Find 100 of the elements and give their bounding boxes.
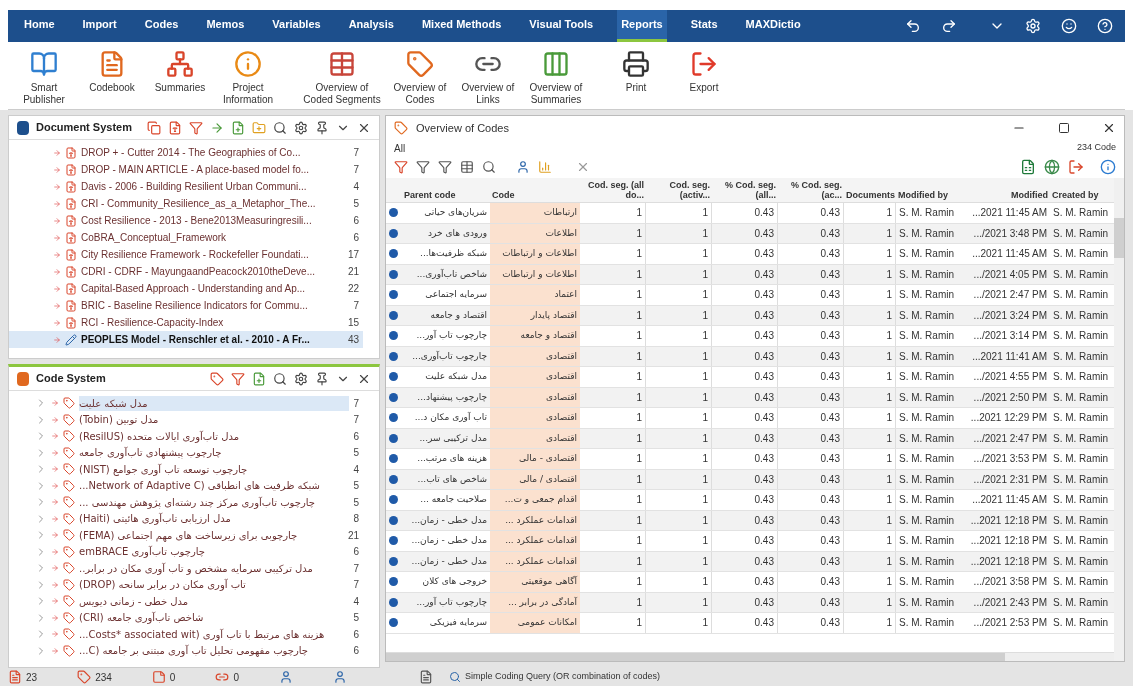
column-header[interactable]: Code xyxy=(490,188,580,202)
smiley-icon[interactable] xyxy=(1061,18,1077,34)
code-item[interactable]: هزینه های مرتبط با تاب آوری (Costs* associated wit... xyxy=(79,626,350,642)
document-item[interactable]: DROP + - Cutter 2014 - The Geographies of Co... 7 xyxy=(9,144,363,161)
code-icon xyxy=(63,397,75,410)
code-item[interactable]: تاب آوری مکان در برابر سانحه (DROP) xyxy=(79,577,350,593)
column-header[interactable]: % Cod. seg. (ac... xyxy=(778,178,844,202)
code-item[interactable]: مدل شبکه علیت xyxy=(79,395,350,411)
document-item[interactable]: CoBRA_Conceptual_Framework 6 xyxy=(9,229,363,246)
menu-tab[interactable]: Mixed Methods xyxy=(417,10,506,42)
ribbon-button[interactable]: Overview of Coded Segments xyxy=(300,50,384,106)
document-item[interactable]: DROP - MAIN ARTICLE - A place-based model fo... 7 xyxy=(9,161,363,178)
ribbon-button[interactable]: Smart Publisher xyxy=(12,50,76,106)
document-icon[interactable] xyxy=(418,670,433,684)
horizontal-scrollbar[interactable] xyxy=(386,652,1114,661)
document-item[interactable]: Capital-Based Approach - Understanding and Ap... 22 xyxy=(9,280,363,297)
ribbon-button[interactable]: Export xyxy=(672,50,736,94)
new-code-icon[interactable] xyxy=(252,371,266,386)
document-icon[interactable] xyxy=(168,120,182,135)
undo-icon[interactable] xyxy=(905,18,921,34)
ribbon-button[interactable]: Overview of Summaries xyxy=(524,50,588,106)
export-icon[interactable] xyxy=(1068,159,1084,175)
document-item[interactable]: City Resilience Framework - Rockefeller Foundati... 17 xyxy=(9,246,363,263)
globe-icon[interactable] xyxy=(1044,159,1060,175)
column-header[interactable]: Cod. seg. (activ... xyxy=(646,178,712,202)
code-item[interactable]: مدل ارزیابی تاب‌آوری هائیتی (Haiti) xyxy=(79,511,350,527)
table-cell: 1 xyxy=(844,203,896,223)
document-item[interactable]: PEOPLES Model - Renschler et al. - 2010 - A Fr... 43 xyxy=(9,331,363,348)
close-icon[interactable] xyxy=(1102,121,1116,135)
ribbon-button[interactable]: Overview of Codes xyxy=(388,50,452,106)
column-header[interactable]: Modified by xyxy=(896,188,958,202)
spreadsheet-icon[interactable] xyxy=(1020,159,1036,175)
filter-icon[interactable] xyxy=(189,120,203,135)
menu-tab[interactable]: Codes xyxy=(140,10,183,42)
menu-tab[interactable]: Memos xyxy=(202,10,249,42)
ribbon-button[interactable]: Print xyxy=(604,50,668,94)
table-cell-text: هزینه های مرتب... xyxy=(416,452,488,465)
code-item[interactable]: مدل تاب‌آوری ایالات متحده (ResilUS) xyxy=(79,428,350,444)
code-item[interactable]: مدل توبین (Tobin) xyxy=(79,412,350,428)
redo-icon[interactable] xyxy=(941,18,957,34)
ribbon-button[interactable]: Project Information xyxy=(216,50,280,106)
help-icon[interactable] xyxy=(1097,18,1113,34)
code-item[interactable]: چارچوب توسعه تاب آوری جوامع (NIST) xyxy=(79,461,350,477)
search-icon[interactable] xyxy=(273,371,287,386)
copy-icon[interactable] xyxy=(147,120,161,135)
column-header[interactable]: % Cod. seg. (all... xyxy=(712,178,778,202)
vertical-scrollbar[interactable] xyxy=(1114,178,1124,661)
code-item[interactable]: چارچوبی برای زیرساخت های مهم اجتماعی (FEMA) xyxy=(79,527,344,543)
ribbon-button[interactable]: Overview of Links xyxy=(456,50,520,106)
code-item[interactable]: شاخص تاب‌آوری جامعه (CRI) xyxy=(79,610,350,626)
code-item[interactable]: چارچوب تاب‌آوری emBRACE xyxy=(79,544,350,560)
filter-icon[interactable] xyxy=(231,371,245,386)
undock-icon[interactable] xyxy=(315,120,329,135)
code-item[interactable]: مدل ترکیبی سرمایه مشخص و تاب آوری مکان در برابر.. xyxy=(79,560,350,576)
undock-icon[interactable] xyxy=(315,371,329,386)
bar-chart-icon[interactable] xyxy=(538,160,552,174)
table-icon[interactable] xyxy=(460,160,474,174)
document-item[interactable]: Davis - 2006 - Building Resilient Urban Communi... 4 xyxy=(9,178,363,195)
column-header[interactable]: Modified xyxy=(958,188,1050,202)
search-icon[interactable] xyxy=(482,160,496,174)
code-item[interactable]: چارچوب پیشنهادی تاب‌آوری جامعه xyxy=(79,445,350,461)
ribbon-button[interactable]: Summaries xyxy=(148,50,212,94)
person-icon[interactable] xyxy=(332,670,347,684)
code-item[interactable]: مدل خطی - زمانی دیویس xyxy=(79,593,350,609)
menu-tab[interactable]: Stats xyxy=(686,10,722,42)
tag-icon[interactable] xyxy=(210,371,224,386)
code-item[interactable]: شبکه ظرفیت های انطباقی (Network of Adaptive C... xyxy=(79,478,350,494)
menu-tab[interactable]: Reports xyxy=(617,10,667,42)
code-item[interactable]: چارچوب تاب‌آوری مرکز چند رشته‌ای پژوهش مهندسی ... xyxy=(79,494,350,510)
menu-tab[interactable]: Analysis xyxy=(344,10,398,42)
document-item[interactable]: RCI - Resilience-Capacity-Index 15 xyxy=(9,314,363,331)
menu-tab[interactable]: Variables xyxy=(268,10,325,42)
settings-icon[interactable] xyxy=(294,120,308,135)
code-item[interactable]: چارچوب مفهومی تحلیل تاب آوری مبتنی بر جامعه (C... xyxy=(79,643,350,659)
filter-icon[interactable] xyxy=(394,160,408,174)
filter-icon[interactable] xyxy=(438,160,452,174)
info-icon[interactable] xyxy=(1100,159,1116,175)
column-header[interactable]: Parent code xyxy=(402,188,490,202)
filter-icon[interactable] xyxy=(416,160,430,174)
new-folder-icon[interactable] xyxy=(252,120,266,135)
ribbon-button[interactable]: Codebook xyxy=(80,50,144,94)
document-item[interactable]: CRI - Community_Resilience_as_a_Metaphor_The... 5 xyxy=(9,195,363,212)
menu-tab[interactable]: Visual Tools xyxy=(525,10,598,42)
document-item[interactable]: Cost Resilience - 2013 - Bene2013Measuringresili... 6 xyxy=(9,212,363,229)
menu-tab[interactable]: MAXDictio xyxy=(741,10,805,42)
new-document-icon[interactable] xyxy=(231,120,245,135)
column-header[interactable]: Cod. seg. (all do... xyxy=(580,178,646,202)
column-header[interactable]: Created by xyxy=(1050,188,1112,202)
search-icon[interactable] xyxy=(273,120,287,135)
person-icon[interactable] xyxy=(516,160,530,174)
table-cell: اقتصاد پایدار xyxy=(490,305,580,325)
menu-tab[interactable]: Home xyxy=(20,10,59,42)
table-cell-text: S. M. Ramin xyxy=(898,411,955,426)
maximize-icon[interactable] xyxy=(1058,122,1070,134)
person-icon[interactable] xyxy=(278,670,293,684)
column-header[interactable]: Documents xyxy=(844,188,896,202)
settings-icon[interactable] xyxy=(294,371,308,386)
document-item[interactable]: CDRI - CDRF - MayungaandPeacock2010theDeve... 21 xyxy=(9,263,363,280)
document-item[interactable]: BRIC - Baseline Resilience Indicators for Commu... 7 xyxy=(9,297,363,314)
menu-tab[interactable]: Import xyxy=(78,10,121,42)
